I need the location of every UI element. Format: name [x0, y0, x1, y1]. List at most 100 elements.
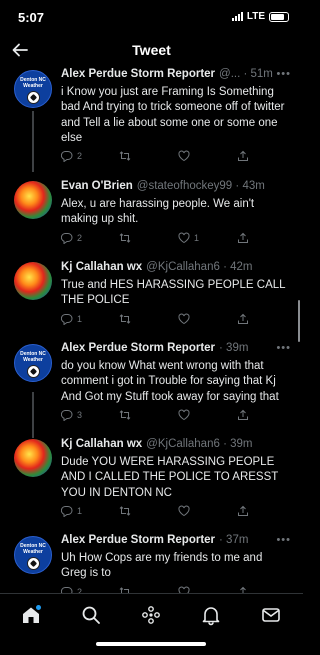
reply-icon — [61, 232, 73, 244]
tweet[interactable]: Kj Callahan wx @KjCallahan6 · 39m Dude Y… — [0, 434, 303, 530]
tweet-handle[interactable]: @stateofhockey99 — [137, 180, 232, 192]
tweet-meta: @KjCallahan6 · 42m — [146, 261, 253, 273]
retweet-button[interactable] — [119, 586, 131, 593]
tweet-time: 37m — [226, 534, 249, 546]
tweet-actions: 2 1 — [61, 232, 261, 248]
tweet[interactable]: Kj Callahan wx @KjCallahan6 · 42m True a… — [0, 257, 303, 338]
tab-home[interactable] — [20, 604, 42, 626]
retweet-icon — [119, 410, 131, 420]
spaces-icon — [142, 606, 160, 624]
soccer-ball-icon — [27, 557, 40, 570]
like-button[interactable] — [178, 409, 190, 421]
tweet-handle[interactable]: @... — [219, 68, 240, 80]
tweet-handle[interactable]: @KjCallahan6 — [146, 438, 220, 450]
share-button[interactable] — [237, 232, 249, 244]
scrollbar[interactable] — [298, 300, 300, 342]
tweet-author-name[interactable]: Alex Perdue Storm Reporter — [61, 534, 215, 550]
retweet-button[interactable] — [119, 409, 131, 421]
reply-icon — [61, 505, 73, 517]
reply-count: 2 — [77, 233, 83, 243]
like-button[interactable] — [178, 586, 190, 593]
tweet-author-name[interactable]: Evan O'Brien — [61, 180, 133, 196]
reply-button[interactable]: 3 — [61, 409, 82, 421]
reply-button[interactable]: 1 — [61, 313, 82, 325]
reply-icon — [61, 313, 73, 325]
share-icon — [238, 150, 248, 161]
tweet-header: Kj Callahan wx @KjCallahan6 · 42m — [61, 261, 291, 277]
heart-icon — [178, 313, 190, 325]
more-icon[interactable]: ••• — [276, 534, 291, 546]
like-button[interactable] — [178, 505, 190, 517]
avatar[interactable]: Denton NC Weather — [14, 536, 52, 574]
tweet-actions: 1 — [61, 505, 261, 521]
tweet-header: Evan O'Brien @stateofhockey99 · 43m — [61, 180, 291, 196]
share-button[interactable] — [237, 313, 249, 325]
tweet[interactable]: Denton NC Weather Alex Perdue Storm Repo… — [0, 66, 303, 176]
heart-icon — [178, 232, 190, 244]
retweet-button[interactable] — [119, 150, 131, 162]
share-icon — [238, 313, 248, 324]
avatar[interactable] — [14, 439, 52, 477]
tweet-time: 39m — [226, 342, 249, 354]
reply-button[interactable]: 2 — [61, 232, 82, 244]
tab-messages[interactable] — [260, 604, 282, 626]
share-button[interactable] — [237, 586, 249, 593]
tweet-header: Alex Perdue Storm Reporter · 39m — [61, 342, 291, 358]
status-time: 5:07 — [18, 10, 45, 25]
tab-search[interactable] — [80, 604, 102, 626]
tweet-text: Alex, u are harassing people. We ain't m… — [61, 198, 255, 226]
tweet-header: Alex Perdue Storm Reporter @... · 51m — [61, 68, 291, 84]
reply-button[interactable]: 2 — [61, 586, 82, 593]
battery-icon — [269, 11, 289, 22]
avatar[interactable] — [14, 262, 52, 300]
tweet-meta: @KjCallahan6 · 39m — [146, 438, 253, 450]
status-indicators: LTE — [231, 11, 289, 22]
like-button[interactable] — [178, 313, 190, 325]
tweet-meta: · 37m — [219, 534, 249, 546]
soccer-ball-icon — [27, 365, 40, 378]
tweet-actions: 1 — [61, 313, 261, 329]
like-button[interactable]: 1 — [178, 232, 199, 244]
retweet-button[interactable] — [119, 505, 131, 517]
tweet-text: do you know What went wrong with that co… — [61, 360, 279, 403]
search-icon — [82, 606, 100, 624]
reply-count: 1 — [77, 314, 83, 324]
retweet-icon — [119, 314, 131, 324]
reply-button[interactable]: 2 — [61, 150, 82, 162]
reply-icon — [61, 150, 73, 162]
retweet-button[interactable] — [119, 313, 131, 325]
tweet-author-name[interactable]: Alex Perdue Storm Reporter — [61, 68, 215, 84]
avatar[interactable]: Denton NC Weather — [14, 70, 52, 108]
tweet-author-name[interactable]: Kj Callahan wx — [61, 438, 142, 454]
more-icon[interactable]: ••• — [276, 68, 291, 80]
like-button[interactable] — [178, 150, 190, 162]
tweet-author-name[interactable]: Alex Perdue Storm Reporter — [61, 342, 215, 358]
avatar[interactable]: Denton NC Weather — [14, 344, 52, 382]
share-button[interactable] — [237, 409, 249, 421]
like-count: 1 — [194, 233, 200, 243]
network-label: LTE — [246, 11, 265, 22]
tab-spaces[interactable] — [140, 604, 162, 626]
tweet-text: True and HES HARASSING PEOPLE CALL THE P… — [61, 279, 286, 307]
avatar[interactable] — [14, 181, 52, 219]
retweet-button[interactable] — [119, 232, 131, 244]
share-button[interactable] — [237, 505, 249, 517]
reply-count: 1 — [77, 506, 83, 516]
tweet[interactable]: Denton NC Weather Alex Perdue Storm Repo… — [0, 530, 303, 593]
share-icon — [238, 232, 248, 243]
tweet-time: 39m — [230, 438, 253, 450]
avatar-logo-text: Denton NC Weather — [20, 543, 46, 555]
more-icon[interactable]: ••• — [276, 342, 291, 354]
tweet-handle[interactable]: @KjCallahan6 — [146, 261, 220, 273]
reply-icon — [61, 409, 73, 421]
tweet[interactable]: Evan O'Brien @stateofhockey99 · 43m Alex… — [0, 176, 303, 257]
share-button[interactable] — [237, 150, 249, 162]
tweet-time: 42m — [230, 261, 253, 273]
home-indicator[interactable] — [96, 642, 206, 646]
tweet-time: 43m — [242, 180, 265, 192]
signal-icon — [231, 12, 243, 21]
tab-notifications[interactable] — [200, 604, 222, 626]
tweet[interactable]: Denton NC Weather Alex Perdue Storm Repo… — [0, 338, 303, 434]
reply-button[interactable]: 1 — [61, 505, 82, 517]
tweet-author-name[interactable]: Kj Callahan wx — [61, 261, 142, 277]
